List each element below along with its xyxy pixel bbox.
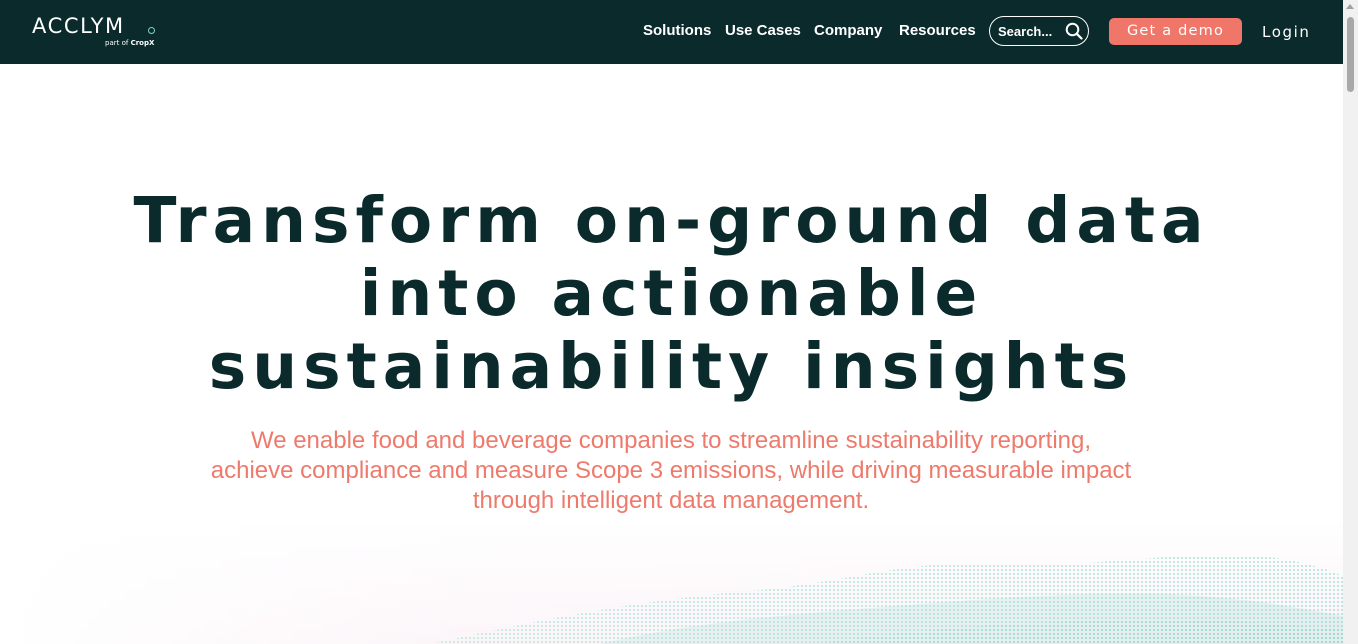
login-link[interactable]: Login bbox=[1262, 21, 1310, 43]
scroll-up-arrow-icon[interactable] bbox=[1346, 4, 1354, 9]
acclym-logo[interactable]: ACCLYM part of CropX bbox=[32, 13, 162, 51]
hero-title-line-3: sustainability insights bbox=[208, 330, 1135, 403]
scroll-thumb[interactable] bbox=[1347, 17, 1354, 92]
nav-resources[interactable]: Resources bbox=[899, 20, 976, 42]
logo-tagline-brand: CropX bbox=[130, 39, 155, 47]
nav-use-cases[interactable]: Use Cases bbox=[725, 20, 801, 42]
hero-title-line-2: into actionable bbox=[359, 257, 984, 330]
logo-tagline-prefix: part of bbox=[105, 39, 129, 47]
nav-company[interactable]: Company bbox=[814, 20, 882, 42]
search-icon[interactable] bbox=[1065, 22, 1083, 40]
ring-dot-icon bbox=[148, 27, 155, 34]
hero-subtitle: We enable food and beverage companies to… bbox=[171, 426, 1171, 516]
logo-wordmark: ACCLYM bbox=[32, 14, 125, 38]
search-input[interactable] bbox=[998, 21, 1062, 41]
get-demo-button[interactable]: Get a demo bbox=[1109, 18, 1242, 45]
hero-subtitle-line-2: achieve compliance and measure Scope 3 e… bbox=[210, 457, 1132, 484]
hero-subtitle-line-1: We enable food and beverage companies to… bbox=[250, 427, 1092, 454]
site-header: ACCLYM part of CropX Solutions Use Cases… bbox=[0, 0, 1343, 64]
hero-title: Transform on-ground data into actionable… bbox=[0, 184, 1343, 403]
vertical-scrollbar[interactable] bbox=[1343, 0, 1358, 644]
data-wave-graphic bbox=[0, 520, 1343, 644]
hero-title-line-1: Transform on-ground data bbox=[133, 184, 1210, 257]
search-box bbox=[989, 16, 1089, 46]
page: ACCLYM part of CropX Solutions Use Cases… bbox=[0, 0, 1358, 644]
logo-tagline: part of CropX bbox=[105, 39, 154, 48]
hero-subtitle-line-3: through intelligent data management. bbox=[472, 487, 870, 514]
nav-solutions[interactable]: Solutions bbox=[643, 20, 711, 42]
